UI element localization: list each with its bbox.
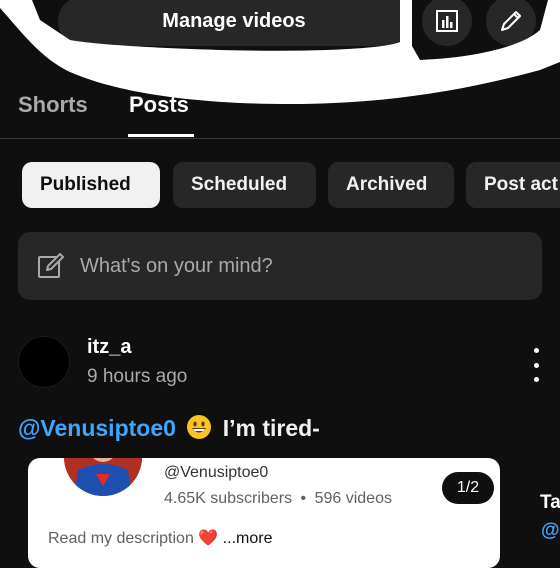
card-avatar	[64, 458, 142, 496]
manage-videos-button[interactable]: Manage videos	[58, 0, 410, 46]
chip-published[interactable]: Published	[22, 162, 160, 208]
channel-header-actions: Manage videos	[0, 0, 560, 46]
more-dot	[533, 377, 539, 382]
carousel-pager: 1/2	[442, 472, 494, 504]
pencil-icon	[501, 11, 521, 31]
grinning-face-icon	[187, 415, 212, 439]
card-stats: 4.65K subscribers • 596 videos	[164, 490, 392, 508]
card-subscribers: 4.65K subscribers	[164, 490, 293, 507]
superhero-avatar-icon	[64, 458, 142, 496]
post-text: I’m tired-	[222, 415, 320, 441]
post-time: 9 hours ago	[87, 366, 188, 387]
post-composer[interactable]: What's on your mind?	[18, 232, 542, 300]
stat-separator: •	[300, 490, 307, 507]
post-body: @Venusiptoe0 I’m tired-	[18, 414, 320, 442]
composer-placeholder: What's on your mind?	[80, 254, 273, 277]
tab-posts[interactable]: Posts	[129, 92, 189, 118]
post-header: itz_a 9 hours ago	[18, 336, 548, 392]
card-description: Read my description ❤️ ...more	[48, 528, 272, 548]
heart-icon: ❤️	[198, 530, 219, 547]
channel-card[interactable]: @Venusiptoe0 4.65K subscribers • 596 vid…	[28, 458, 500, 568]
manage-videos-label: Manage videos	[162, 9, 306, 32]
next-card-peek-mention: @	[541, 520, 560, 541]
more-dot	[533, 348, 539, 353]
channel-tabs: Shorts Posts	[0, 86, 560, 139]
card-videos: 596 videos	[314, 490, 392, 507]
analytics-icon	[436, 10, 458, 32]
card-more-link[interactable]: ...more	[223, 530, 273, 547]
tab-shorts[interactable]: Shorts	[18, 92, 88, 118]
card-handle: @Venusiptoe0	[164, 464, 269, 481]
post-more-button[interactable]	[524, 348, 548, 382]
post-mention[interactable]: @Venusiptoe0	[18, 415, 176, 441]
edit-channel-button[interactable]	[486, 0, 536, 46]
chip-archived[interactable]: Archived	[328, 162, 454, 208]
more-dot	[533, 362, 539, 368]
post-author[interactable]: itz_a	[87, 336, 131, 359]
edit-icon	[38, 253, 64, 278]
card-description-text: Read my description	[48, 530, 194, 547]
next-card-peek: Ta	[540, 492, 560, 513]
active-tab-indicator	[128, 134, 194, 137]
chip-post-activity[interactable]: Post act	[466, 162, 560, 208]
author-avatar[interactable]	[18, 336, 70, 388]
analytics-button[interactable]	[422, 0, 472, 46]
chip-scheduled[interactable]: Scheduled	[173, 162, 316, 208]
